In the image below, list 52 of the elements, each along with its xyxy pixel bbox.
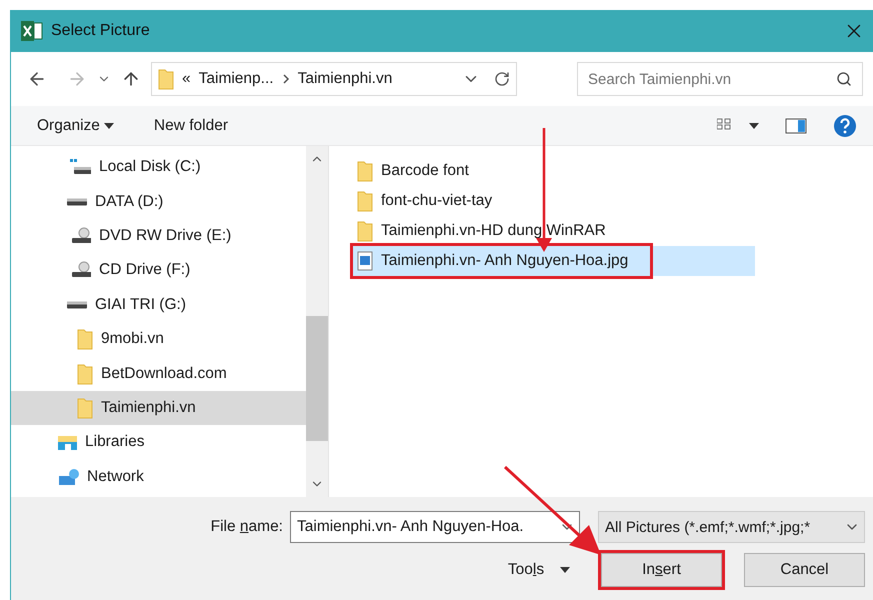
file-item[interactable]: Taimienphi.vn-HD dung WinRAR — [351, 216, 755, 246]
breadcrumb[interactable]: Taimienp... — [198, 70, 274, 88]
organize-menu[interactable]: Organize — [37, 116, 114, 134]
scrollbar[interactable] — [306, 146, 328, 497]
drive-icon — [67, 300, 87, 309]
search-icon — [836, 71, 852, 87]
spreadsheet-app-icon — [21, 20, 43, 42]
folder-icon — [357, 190, 373, 212]
file-type-dropdown[interactable]: All Pictures (*.emf;*.wmf;*.jpg;* — [598, 511, 865, 543]
drive-icon — [67, 158, 91, 176]
tools-menu-button[interactable]: Tools — [499, 553, 579, 587]
refresh-icon[interactable] — [494, 71, 510, 87]
folder-icon — [77, 362, 93, 385]
new-folder-button[interactable]: New folder — [154, 116, 228, 134]
folder-icon — [77, 328, 93, 350]
image-file-icon — [357, 251, 373, 271]
caret-icon — [560, 567, 570, 573]
sidebar-item[interactable]: DATA (D:) — [11, 184, 306, 219]
sidebar-item[interactable]: Local Disk (C:) — [11, 150, 306, 184]
sidebar-item[interactable]: Network — [11, 460, 306, 494]
file-name-label: File name: — [210, 518, 283, 536]
folder-icon — [357, 220, 373, 242]
search-field[interactable]: Search Taimienphi.vn — [577, 62, 863, 96]
file-item[interactable]: Taimienphi.vn- Anh Nguyen-Hoa.jpg — [351, 246, 755, 276]
folder-icon — [77, 396, 93, 419]
sidebar-item[interactable]: 9mobi.vn — [11, 322, 306, 356]
sidebar-item[interactable]: GIAI TRI (G:) — [11, 288, 306, 322]
file-name-field[interactable]: Taimienphi.vn- Anh Nguyen-Hoa. — [290, 511, 580, 543]
sidebar-item[interactable]: BetDownload.com — [11, 356, 306, 391]
sidebar-item[interactable]: CD Drive (F:) — [11, 253, 306, 288]
libraries-icon — [55, 433, 77, 452]
sidebar-item[interactable]: Libraries — [11, 425, 306, 460]
folder-icon — [357, 160, 373, 182]
help-icon — [833, 114, 857, 138]
search-input[interactable]: Search Taimienphi.vn — [588, 70, 836, 88]
file-name-input[interactable]: Taimienphi.vn- Anh Nguyen-Hoa. — [297, 518, 559, 536]
file-item[interactable]: Barcode font — [351, 156, 755, 186]
breadcrumb[interactable]: Taimienphi.vn — [298, 70, 392, 88]
insert-button[interactable]: Insert — [601, 553, 722, 587]
sidebar-item[interactable]: DVD RW Drive (E:) — [11, 218, 306, 254]
drive-icon — [67, 198, 87, 206]
cancel-button[interactable]: Cancel — [744, 553, 865, 587]
window-title: Select Picture — [51, 22, 151, 40]
folder-icon — [158, 68, 174, 90]
scrollbar-thumb[interactable] — [306, 316, 328, 441]
file-item[interactable]: font-chu-viet-tay — [351, 186, 755, 216]
sidebar-item[interactable]: Taimienphi.vn — [11, 390, 306, 426]
preview-pane-icon — [785, 118, 807, 134]
address-bar[interactable]: « Taimienp... Taimienphi.vn — [151, 62, 517, 96]
chevron-right-icon — [282, 74, 290, 84]
caret-icon — [104, 122, 114, 128]
breadcrumb-overflow[interactable]: « — [182, 70, 191, 88]
